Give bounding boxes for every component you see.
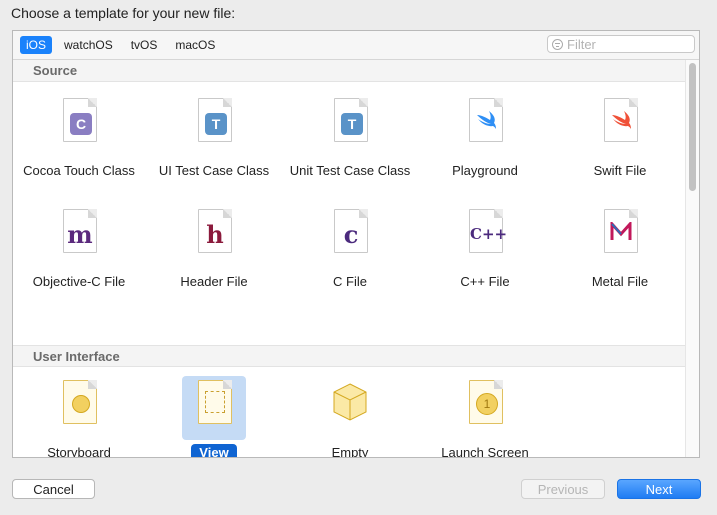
view-icon xyxy=(198,380,232,424)
template-unit-test-case-class[interactable]: T Unit Test Case Class xyxy=(282,94,418,179)
template-metal-file[interactable]: Metal File xyxy=(552,205,688,290)
filter-icon xyxy=(552,38,563,50)
tab-ios[interactable]: iOS xyxy=(20,36,53,54)
metal-m-icon xyxy=(610,222,632,240)
template-label: Metal File xyxy=(591,274,649,289)
template-storyboard[interactable]: Storyboard xyxy=(13,376,147,458)
swift-bird-icon xyxy=(612,111,631,129)
launch-screen-icon: 1 xyxy=(469,380,503,424)
template-list: Source C Cocoa Touch Class T UI Test Cas… xyxy=(13,60,685,457)
template-cocoa-touch-class[interactable]: C Cocoa Touch Class xyxy=(13,94,147,179)
objective-c-file-icon: m xyxy=(63,209,97,253)
platform-tabs: iOS watchOS tvOS macOS xyxy=(20,36,221,54)
template-label: View xyxy=(191,444,237,457)
template-ui-test-case-class[interactable]: T UI Test Case Class xyxy=(146,94,282,179)
t-badge-icon: T xyxy=(205,113,227,135)
tab-watchos[interactable]: watchOS xyxy=(58,36,119,54)
template-label: Cocoa Touch Class xyxy=(23,163,135,178)
template-label: C++ File xyxy=(460,274,510,289)
template-label: Empty xyxy=(331,445,369,458)
template-label: Launch Screen xyxy=(441,445,529,458)
template-view[interactable]: View xyxy=(146,376,282,457)
header-file-icon: h xyxy=(198,209,232,253)
t-badge-icon: T xyxy=(341,113,363,135)
template-label: C File xyxy=(333,274,367,289)
section-header-user-interface: User Interface xyxy=(13,345,685,367)
cocoa-touch-class-icon: C xyxy=(63,98,97,142)
swift-file-icon xyxy=(604,98,638,142)
c-badge-icon: C xyxy=(70,113,92,135)
unit-test-case-class-icon: T xyxy=(334,98,368,142)
playground-swift-icon xyxy=(469,98,503,142)
vertical-scrollbar[interactable] xyxy=(685,60,699,457)
storyboard-icon xyxy=(63,380,97,424)
scrollbar-thumb[interactable] xyxy=(689,63,696,191)
template-label: Header File xyxy=(180,274,248,289)
empty-icon xyxy=(333,383,367,421)
template-swift-file[interactable]: Swift File xyxy=(552,94,688,179)
template-label: Storyboard xyxy=(47,445,111,458)
platform-toolbar: iOS watchOS tvOS macOS xyxy=(13,31,699,60)
template-label: Playground xyxy=(452,163,518,178)
template-label: Objective-C File xyxy=(32,274,126,289)
ui-test-case-class-icon: T xyxy=(198,98,232,142)
dialog-prompt: Choose a template for your new file: xyxy=(11,5,236,21)
next-button[interactable]: Next xyxy=(617,479,701,499)
metal-file-icon xyxy=(604,209,638,253)
template-launch-screen[interactable]: 1 Launch Screen xyxy=(417,376,553,458)
swift-bird-icon xyxy=(477,111,496,129)
template-label: Swift File xyxy=(593,163,647,178)
template-cpp-file[interactable]: C++ C++ File xyxy=(417,205,553,290)
launch-number-icon: 1 xyxy=(476,393,498,415)
filter-input[interactable] xyxy=(567,36,687,52)
template-objective-c-file[interactable]: m Objective-C File xyxy=(13,205,147,290)
cancel-button[interactable]: Cancel xyxy=(12,479,95,499)
template-chooser-panel: iOS watchOS tvOS macOS Source C Cocoa To… xyxy=(12,30,700,458)
tab-macos[interactable]: macOS xyxy=(169,36,221,54)
h-glyph-icon: h xyxy=(206,220,224,249)
m-glyph-icon: m xyxy=(67,220,93,249)
c-glyph-icon: c xyxy=(343,220,359,249)
template-empty[interactable]: Empty xyxy=(282,376,418,458)
cpp-glyph-icon: C++ xyxy=(470,225,508,243)
tab-tvos[interactable]: tvOS xyxy=(125,36,164,54)
template-c-file[interactable]: c C File xyxy=(282,205,418,290)
template-label: UI Test Case Class xyxy=(158,163,270,178)
cpp-file-icon: C++ xyxy=(469,209,508,253)
previous-button[interactable]: Previous xyxy=(521,479,605,499)
c-file-icon: c xyxy=(334,209,368,253)
template-playground[interactable]: Playground xyxy=(417,94,553,179)
template-label: Unit Test Case Class xyxy=(289,163,411,178)
section-header-source: Source xyxy=(13,60,685,82)
template-header-file[interactable]: h Header File xyxy=(146,205,282,290)
filter-field[interactable] xyxy=(547,35,695,53)
